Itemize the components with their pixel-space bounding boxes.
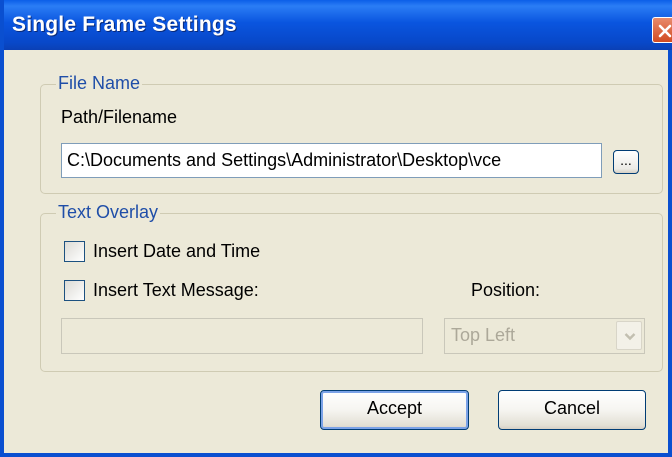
accept-button-label: Accept <box>366 398 423 418</box>
title-bar[interactable]: Single Frame Settings <box>4 0 672 50</box>
accept-button[interactable]: Accept <box>320 390 469 430</box>
insert-date-time-label[interactable]: Insert Date and Time <box>93 241 260 262</box>
cancel-button[interactable]: Cancel <box>498 390 646 430</box>
text-overlay-group-label: Text Overlay <box>56 202 161 223</box>
dialog-window: Single Frame Settings File Name Path/Fil… <box>0 0 672 457</box>
insert-text-message-checkbox[interactable] <box>64 280 85 301</box>
cancel-button-label: Cancel <box>543 398 601 418</box>
browse-button[interactable]: ... <box>613 150 639 174</box>
close-icon <box>658 24 672 38</box>
insert-text-message-label[interactable]: Insert Text Message: <box>93 280 259 301</box>
position-label: Position: <box>471 280 541 300</box>
window-title: Single Frame Settings <box>12 13 237 36</box>
insert-date-time-checkbox[interactable] <box>64 241 85 262</box>
position-select-value: Top Left <box>451 325 516 345</box>
file-name-group-label: File Name <box>56 73 143 94</box>
chevron-down-icon <box>624 333 636 341</box>
position-select[interactable]: Top Left <box>444 318 645 354</box>
path-filename-label: Path/Filename <box>61 107 178 127</box>
text-message-input[interactable] <box>61 318 423 354</box>
path-filename-input[interactable]: C:\Documents and Settings\Administrator\… <box>61 143 602 178</box>
position-dropdown-button[interactable] <box>616 321 642 350</box>
close-button[interactable] <box>652 17 672 43</box>
